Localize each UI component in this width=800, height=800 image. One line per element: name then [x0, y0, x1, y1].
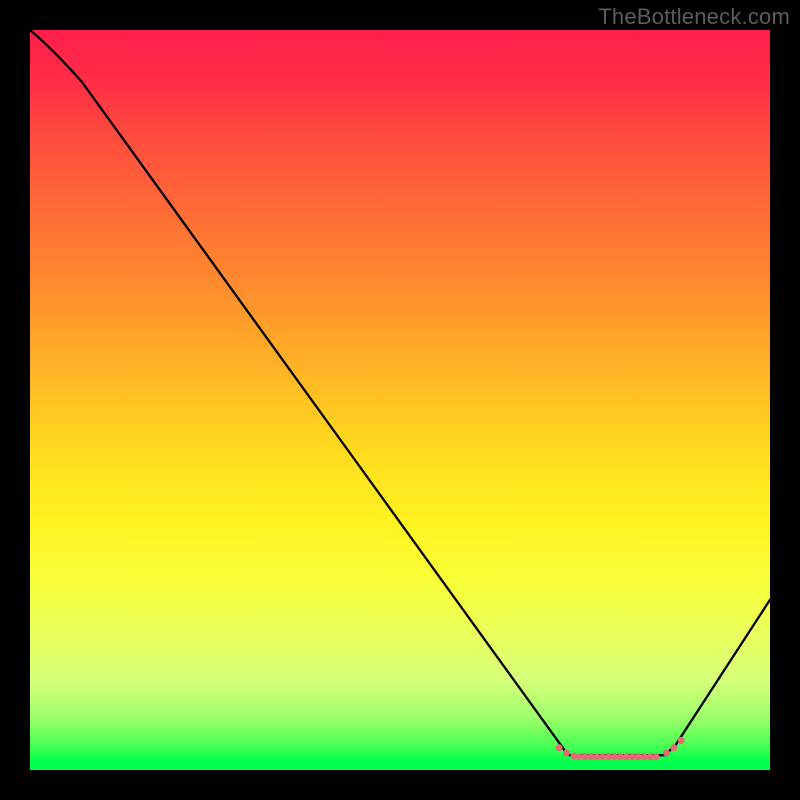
main-curve: [30, 30, 770, 755]
curve-svg: [30, 30, 770, 770]
marker-dot: [670, 744, 677, 751]
marker-dots: [556, 737, 685, 760]
curve-layer: [30, 30, 770, 755]
marker-dot: [556, 744, 563, 751]
marker-dot: [678, 737, 685, 744]
marker-dot: [563, 749, 570, 756]
chart-stage: TheBottleneck.com: [0, 0, 800, 800]
marker-dot: [663, 749, 670, 756]
marker-dot: [653, 753, 660, 760]
plot-area: [30, 30, 770, 770]
attribution-text: TheBottleneck.com: [598, 4, 790, 30]
